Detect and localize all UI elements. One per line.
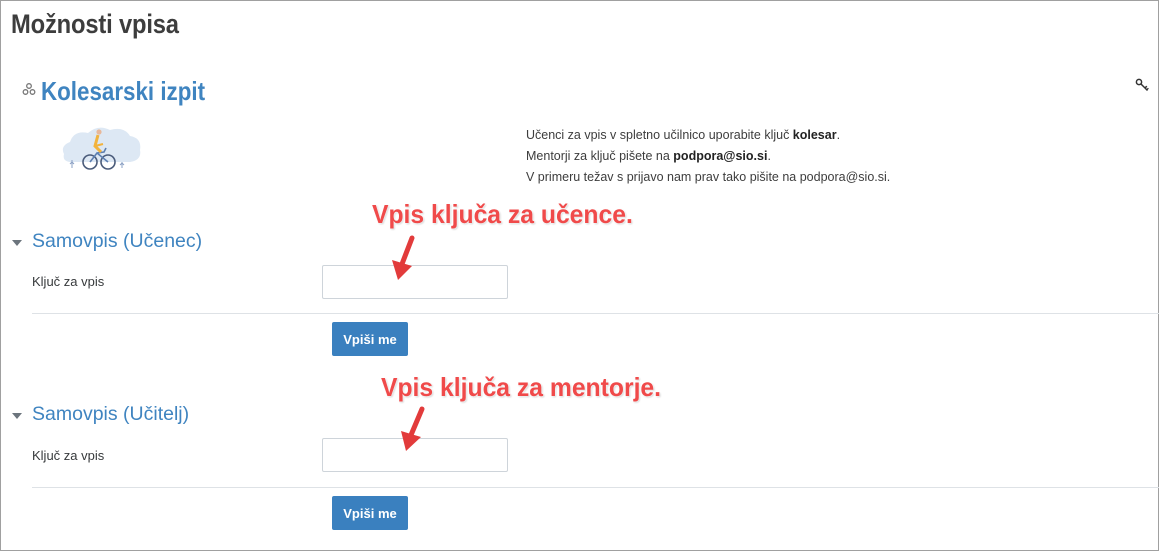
annotation-mentor-key: Vpis ključa za mentorje. xyxy=(381,372,662,402)
annotation-arrow-icon xyxy=(401,406,425,451)
course-icon xyxy=(22,83,36,95)
enrolment-key-label: Ključ za vpis xyxy=(32,448,105,463)
section-header-self-enrol-teacher[interactable]: Samovpis (Učitelj) xyxy=(12,403,189,426)
annotation-arrow-icon xyxy=(392,235,415,280)
section-title: Samovpis (Učitelj) xyxy=(32,403,190,425)
page-title: Možnosti vpisa xyxy=(11,9,179,39)
summary-line-1: Učenci za vpis v spletno učilnico uporab… xyxy=(526,128,841,142)
enrol-me-button-student[interactable]: Vpiši me xyxy=(332,322,408,356)
course-summary: Učenci za vpis v spletno učilnico uporab… xyxy=(526,125,890,188)
collapse-caret-icon xyxy=(12,239,22,246)
enrol-me-button-teacher[interactable]: Vpiši me xyxy=(332,496,408,530)
collapse-caret-icon xyxy=(12,412,22,419)
cyclist-illustration xyxy=(62,127,141,170)
course-title-link[interactable]: Kolesarski izpit xyxy=(41,76,205,107)
divider xyxy=(32,313,1159,314)
divider xyxy=(32,487,1159,488)
summary-line-3: V primeru težav s prijavo nam prav tako … xyxy=(526,170,891,184)
enrolment-key-label: Ključ za vpis xyxy=(32,274,105,289)
annotation-student-key: Vpis ključa za učence. xyxy=(372,199,633,229)
section-header-self-enrol-student[interactable]: Samovpis (Učenec) xyxy=(12,230,202,253)
section-title: Samovpis (Učenec) xyxy=(32,230,203,252)
key-icon[interactable] xyxy=(1135,78,1149,92)
summary-line-2: Mentorji za ključ pišete na podpora@sio.… xyxy=(526,149,771,163)
